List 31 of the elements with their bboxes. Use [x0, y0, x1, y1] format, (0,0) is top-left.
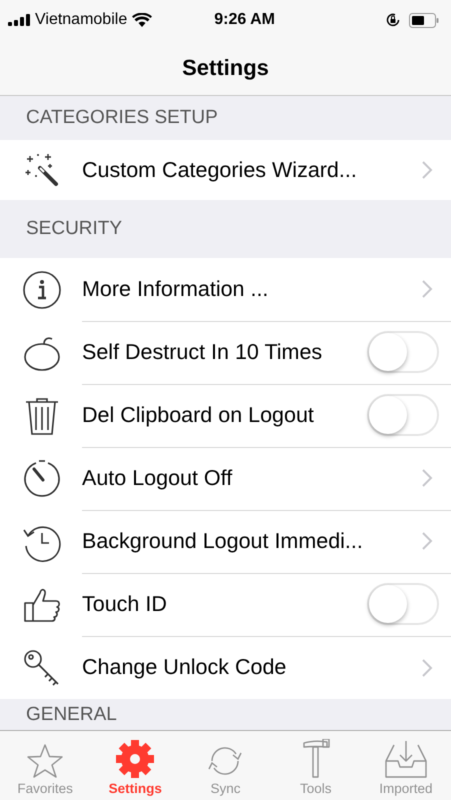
toggle-switch[interactable]: [367, 331, 439, 373]
setting-label[interactable]: Self Destruct In 10 Times: [82, 340, 367, 364]
status-time: 9:26 AM: [214, 11, 275, 29]
signal-icon: [8, 14, 30, 26]
setting-label[interactable]: More Information ...: [82, 276, 421, 302]
setting-label[interactable]: Touch ID: [82, 592, 367, 616]
nav-title: Settings: [182, 54, 269, 80]
star-icon: [25, 743, 66, 779]
gear-icon: [115, 739, 156, 779]
chevron-icon: [421, 658, 433, 678]
timer-icon: [22, 458, 62, 498]
setting-label[interactable]: Auto Logout Off: [82, 466, 421, 490]
setting-label[interactable]: Background Logout Immedi...: [82, 528, 421, 554]
info-icon: [22, 270, 62, 310]
section-header: SECURITY: [26, 218, 122, 240]
carrier-name: Vietnamobile: [35, 11, 128, 29]
chevron-icon: [421, 531, 433, 551]
wifi-icon: [132, 13, 152, 27]
battery-icon: [409, 12, 439, 28]
toggle-switch[interactable]: [367, 394, 439, 436]
hammer-icon: [300, 739, 331, 779]
chevron-icon: [421, 468, 433, 488]
section-header: CATEGORIES SETUP: [26, 107, 218, 129]
toggle-switch[interactable]: [367, 583, 439, 625]
setting-label[interactable]: Change Unlock Code: [82, 655, 421, 680]
inbox-download-icon: [384, 739, 428, 779]
section-header: GENERAL: [26, 704, 117, 726]
chevron-icon: [421, 160, 433, 180]
chevron-icon: [421, 279, 433, 299]
rotation-lock-icon: [385, 12, 401, 28]
setting-label[interactable]: Del Clipboard on Logout: [82, 402, 367, 428]
